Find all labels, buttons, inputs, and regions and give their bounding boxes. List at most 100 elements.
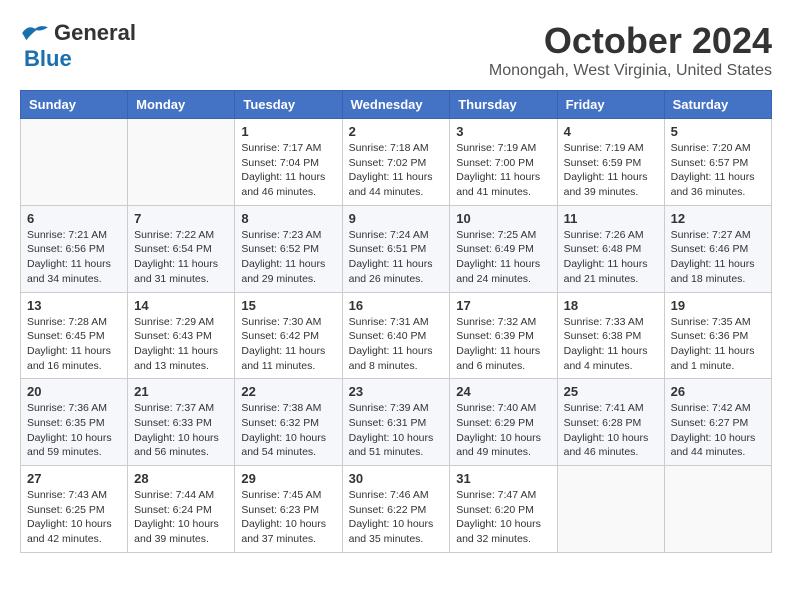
day-number: 12 bbox=[671, 211, 765, 226]
week-row-2: 6 Sunrise: 7:21 AMSunset: 6:56 PMDaylight… bbox=[21, 205, 772, 292]
calendar-cell: 31Sunrise: 7:47 AMSunset: 6:20 PMDayligh… bbox=[450, 466, 557, 553]
day-detail: Sunrise: 7:44 AMSunset: 6:24 PMDaylight:… bbox=[134, 488, 228, 547]
day-number: 24 bbox=[456, 384, 550, 399]
day-number: 7 bbox=[134, 211, 228, 226]
day-number: 30 bbox=[349, 471, 444, 486]
day-number: 1 bbox=[241, 124, 335, 139]
calendar-cell: 15Sunrise: 7:30 AMSunset: 6:42 PMDayligh… bbox=[235, 292, 342, 379]
calendar-cell: 20 Sunrise: 7:36 AMSunset: 6:35 PMDayligh… bbox=[21, 379, 128, 466]
day-number: 21 bbox=[134, 384, 228, 399]
week-row-1: 1 Sunrise: 7:17 AMSunset: 7:04 PMDaylight… bbox=[21, 119, 772, 206]
logo: General Blue bbox=[20, 20, 136, 72]
day-detail: Sunrise: 7:39 AMSunset: 6:31 PMDaylight:… bbox=[349, 401, 444, 460]
header-wednesday: Wednesday bbox=[342, 91, 450, 119]
calendar-cell: 29Sunrise: 7:45 AMSunset: 6:23 PMDayligh… bbox=[235, 466, 342, 553]
calendar-cell: 1 Sunrise: 7:17 AMSunset: 7:04 PMDaylight… bbox=[235, 119, 342, 206]
day-number: 17 bbox=[456, 298, 550, 313]
day-detail: Sunrise: 7:29 AMSunset: 6:43 PMDaylight:… bbox=[134, 315, 228, 374]
calendar-cell: 6 Sunrise: 7:21 AMSunset: 6:56 PMDaylight… bbox=[21, 205, 128, 292]
day-number: 5 bbox=[671, 124, 765, 139]
day-detail: Sunrise: 7:27 AMSunset: 6:46 PMDaylight:… bbox=[671, 228, 765, 287]
day-number: 20 bbox=[27, 384, 121, 399]
calendar-cell bbox=[128, 119, 235, 206]
calendar-cell: 14 Sunrise: 7:29 AMSunset: 6:43 PMDayligh… bbox=[128, 292, 235, 379]
day-detail: Sunrise: 7:46 AMSunset: 6:22 PMDaylight:… bbox=[349, 488, 444, 547]
day-number: 6 bbox=[27, 211, 121, 226]
day-detail: Sunrise: 7:18 AMSunset: 7:02 PMDaylight:… bbox=[349, 141, 444, 200]
day-number: 10 bbox=[456, 211, 550, 226]
calendar-cell: 18 Sunrise: 7:33 AMSunset: 6:38 PMDayligh… bbox=[557, 292, 664, 379]
calendar-cell: 16Sunrise: 7:31 AMSunset: 6:40 PMDayligh… bbox=[342, 292, 450, 379]
calendar-cell: 7 Sunrise: 7:22 AMSunset: 6:54 PMDaylight… bbox=[128, 205, 235, 292]
header-saturday: Saturday bbox=[664, 91, 771, 119]
calendar-cell: 3 Sunrise: 7:19 AMSunset: 7:00 PMDaylight… bbox=[450, 119, 557, 206]
calendar-cell: 30 Sunrise: 7:46 AMSunset: 6:22 PMDayligh… bbox=[342, 466, 450, 553]
calendar-cell: 21Sunrise: 7:37 AMSunset: 6:33 PMDayligh… bbox=[128, 379, 235, 466]
day-detail: Sunrise: 7:26 AMSunset: 6:48 PMDaylight:… bbox=[564, 228, 658, 287]
day-detail: Sunrise: 7:25 AMSunset: 6:49 PMDaylight:… bbox=[456, 228, 550, 287]
week-row-4: 20 Sunrise: 7:36 AMSunset: 6:35 PMDayligh… bbox=[21, 379, 772, 466]
calendar-cell: 12 Sunrise: 7:27 AMSunset: 6:46 PMDayligh… bbox=[664, 205, 771, 292]
title-area: October 2024 Monongah, West Virginia, Un… bbox=[489, 20, 772, 80]
day-detail: Sunrise: 7:21 AMSunset: 6:56 PMDaylight:… bbox=[27, 228, 121, 287]
calendar-cell: 23Sunrise: 7:39 AMSunset: 6:31 PMDayligh… bbox=[342, 379, 450, 466]
day-detail: Sunrise: 7:42 AMSunset: 6:27 PMDaylight:… bbox=[671, 401, 765, 460]
day-detail: Sunrise: 7:36 AMSunset: 6:35 PMDaylight:… bbox=[27, 401, 121, 460]
day-detail: Sunrise: 7:20 AMSunset: 6:57 PMDaylight:… bbox=[671, 141, 765, 200]
day-number: 16 bbox=[349, 298, 444, 313]
day-detail: Sunrise: 7:23 AMSunset: 6:52 PMDaylight:… bbox=[241, 228, 335, 287]
day-number: 14 bbox=[134, 298, 228, 313]
header-tuesday: Tuesday bbox=[235, 91, 342, 119]
day-detail: Sunrise: 7:28 AMSunset: 6:45 PMDaylight:… bbox=[27, 315, 121, 374]
calendar-cell: 11 Sunrise: 7:26 AMSunset: 6:48 PMDayligh… bbox=[557, 205, 664, 292]
calendar-cell: 27 Sunrise: 7:43 AMSunset: 6:25 PMDayligh… bbox=[21, 466, 128, 553]
calendar-subtitle: Monongah, West Virginia, United States bbox=[489, 62, 772, 80]
calendar-cell bbox=[21, 119, 128, 206]
calendar-cell: 10 Sunrise: 7:25 AMSunset: 6:49 PMDayligh… bbox=[450, 205, 557, 292]
day-number: 3 bbox=[456, 124, 550, 139]
calendar-cell: 17 Sunrise: 7:32 AMSunset: 6:39 PMDayligh… bbox=[450, 292, 557, 379]
day-number: 28 bbox=[134, 471, 228, 486]
day-detail: Sunrise: 7:32 AMSunset: 6:39 PMDaylight:… bbox=[456, 315, 550, 374]
calendar-cell: 24 Sunrise: 7:40 AMSunset: 6:29 PMDayligh… bbox=[450, 379, 557, 466]
calendar-cell: 26 Sunrise: 7:42 AMSunset: 6:27 PMDayligh… bbox=[664, 379, 771, 466]
day-number: 22 bbox=[241, 384, 335, 399]
week-row-5: 27 Sunrise: 7:43 AMSunset: 6:25 PMDayligh… bbox=[21, 466, 772, 553]
day-detail: Sunrise: 7:41 AMSunset: 6:28 PMDaylight:… bbox=[564, 401, 658, 460]
calendar-cell: 5 Sunrise: 7:20 AMSunset: 6:57 PMDaylight… bbox=[664, 119, 771, 206]
calendar-table: Sunday Monday Tuesday Wednesday Thursday… bbox=[20, 90, 772, 553]
day-number: 4 bbox=[564, 124, 658, 139]
day-detail: Sunrise: 7:22 AMSunset: 6:54 PMDaylight:… bbox=[134, 228, 228, 287]
day-detail: Sunrise: 7:19 AMSunset: 6:59 PMDaylight:… bbox=[564, 141, 658, 200]
day-number: 11 bbox=[564, 211, 658, 226]
day-number: 18 bbox=[564, 298, 658, 313]
day-number: 27 bbox=[27, 471, 121, 486]
calendar-cell: 4 Sunrise: 7:19 AMSunset: 6:59 PMDaylight… bbox=[557, 119, 664, 206]
header-friday: Friday bbox=[557, 91, 664, 119]
calendar-cell: 9 Sunrise: 7:24 AMSunset: 6:51 PMDaylight… bbox=[342, 205, 450, 292]
calendar-cell: 25 Sunrise: 7:41 AMSunset: 6:28 PMDayligh… bbox=[557, 379, 664, 466]
day-detail: Sunrise: 7:43 AMSunset: 6:25 PMDaylight:… bbox=[27, 488, 121, 547]
day-detail: Sunrise: 7:19 AMSunset: 7:00 PMDaylight:… bbox=[456, 141, 550, 200]
calendar-cell: 8 Sunrise: 7:23 AMSunset: 6:52 PMDaylight… bbox=[235, 205, 342, 292]
day-number: 25 bbox=[564, 384, 658, 399]
page-header: General Blue October 2024 Monongah, West… bbox=[20, 20, 772, 80]
day-detail: Sunrise: 7:17 AMSunset: 7:04 PMDaylight:… bbox=[241, 141, 335, 200]
day-detail: Sunrise: 7:33 AMSunset: 6:38 PMDaylight:… bbox=[564, 315, 658, 374]
calendar-cell: 2Sunrise: 7:18 AMSunset: 7:02 PMDaylight… bbox=[342, 119, 450, 206]
day-number: 19 bbox=[671, 298, 765, 313]
day-number: 26 bbox=[671, 384, 765, 399]
day-number: 9 bbox=[349, 211, 444, 226]
calendar-cell bbox=[664, 466, 771, 553]
day-detail: Sunrise: 7:45 AMSunset: 6:23 PMDaylight:… bbox=[241, 488, 335, 547]
day-detail: Sunrise: 7:24 AMSunset: 6:51 PMDaylight:… bbox=[349, 228, 444, 287]
day-detail: Sunrise: 7:40 AMSunset: 6:29 PMDaylight:… bbox=[456, 401, 550, 460]
day-detail: Sunrise: 7:30 AMSunset: 6:42 PMDaylight:… bbox=[241, 315, 335, 374]
calendar-cell: 22Sunrise: 7:38 AMSunset: 6:32 PMDayligh… bbox=[235, 379, 342, 466]
calendar-cell: 28 Sunrise: 7:44 AMSunset: 6:24 PMDayligh… bbox=[128, 466, 235, 553]
day-number: 8 bbox=[241, 211, 335, 226]
logo-bird-icon bbox=[20, 23, 50, 43]
logo-text-general: General bbox=[54, 20, 136, 46]
calendar-cell: 19Sunrise: 7:35 AMSunset: 6:36 PMDayligh… bbox=[664, 292, 771, 379]
day-detail: Sunrise: 7:47 AMSunset: 6:20 PMDaylight:… bbox=[456, 488, 550, 547]
